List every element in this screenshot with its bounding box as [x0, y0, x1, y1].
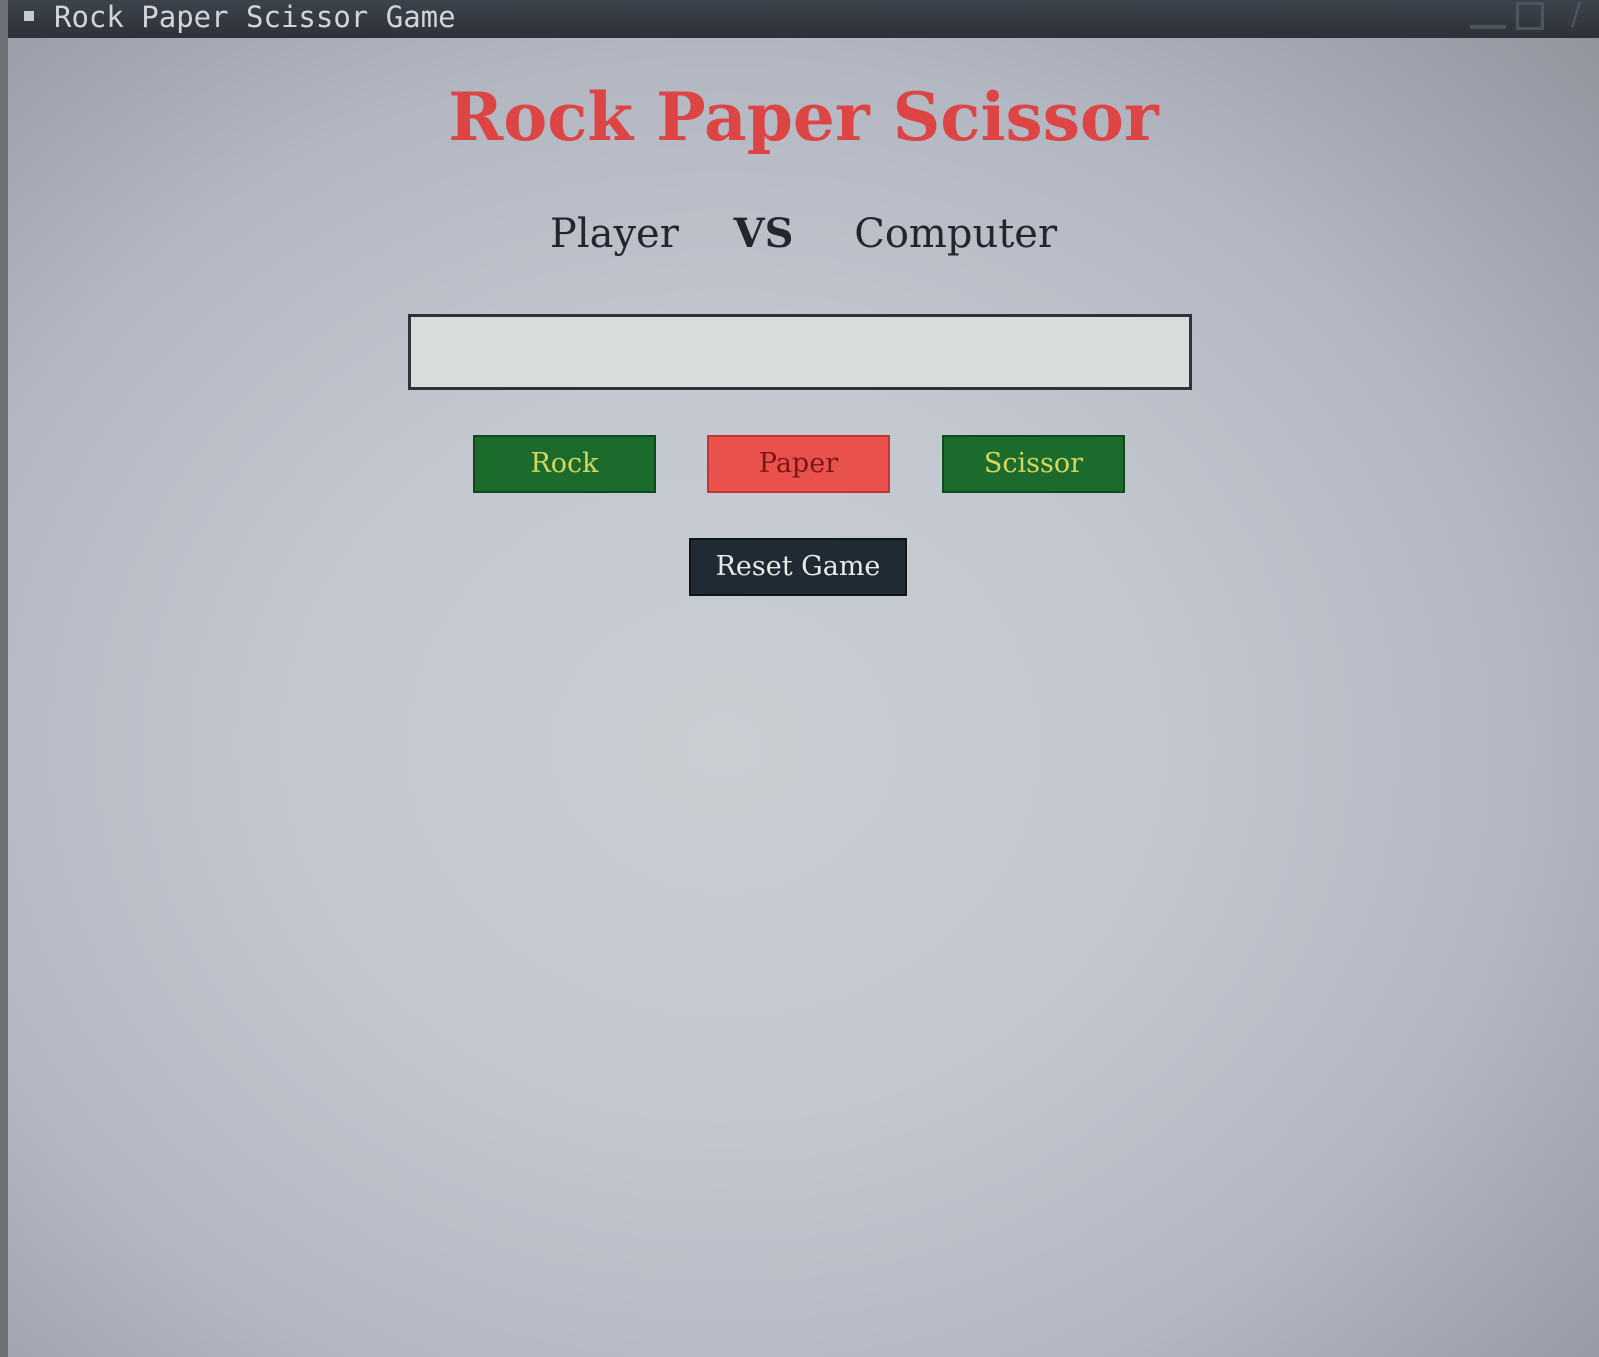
app-window: Rock Paper Scissor Game / Rock Paper Sci…	[8, 0, 1599, 1357]
reset-game-button[interactable]: Reset Game	[689, 538, 907, 596]
scissor-button[interactable]: Scissor	[942, 435, 1125, 493]
page-title: Rock Paper Scissor	[448, 78, 1159, 156]
player-label: Player	[549, 211, 679, 257]
window-title: Rock Paper Scissor Game	[54, 0, 456, 34]
minimize-icon[interactable]	[1470, 25, 1506, 29]
rock-button[interactable]: Rock	[473, 435, 656, 493]
result-display	[408, 314, 1192, 390]
vs-label: VS	[733, 210, 794, 257]
window-menu-icon[interactable]	[24, 11, 34, 21]
matchup-line: Player VS Computer	[8, 210, 1599, 257]
close-icon[interactable]: /	[1556, 0, 1596, 34]
maximize-icon[interactable]	[1516, 2, 1544, 30]
computer-label: Computer	[854, 211, 1058, 257]
paper-button[interactable]: Paper	[707, 435, 890, 493]
title-bar[interactable]: Rock Paper Scissor Game /	[8, 0, 1599, 38]
